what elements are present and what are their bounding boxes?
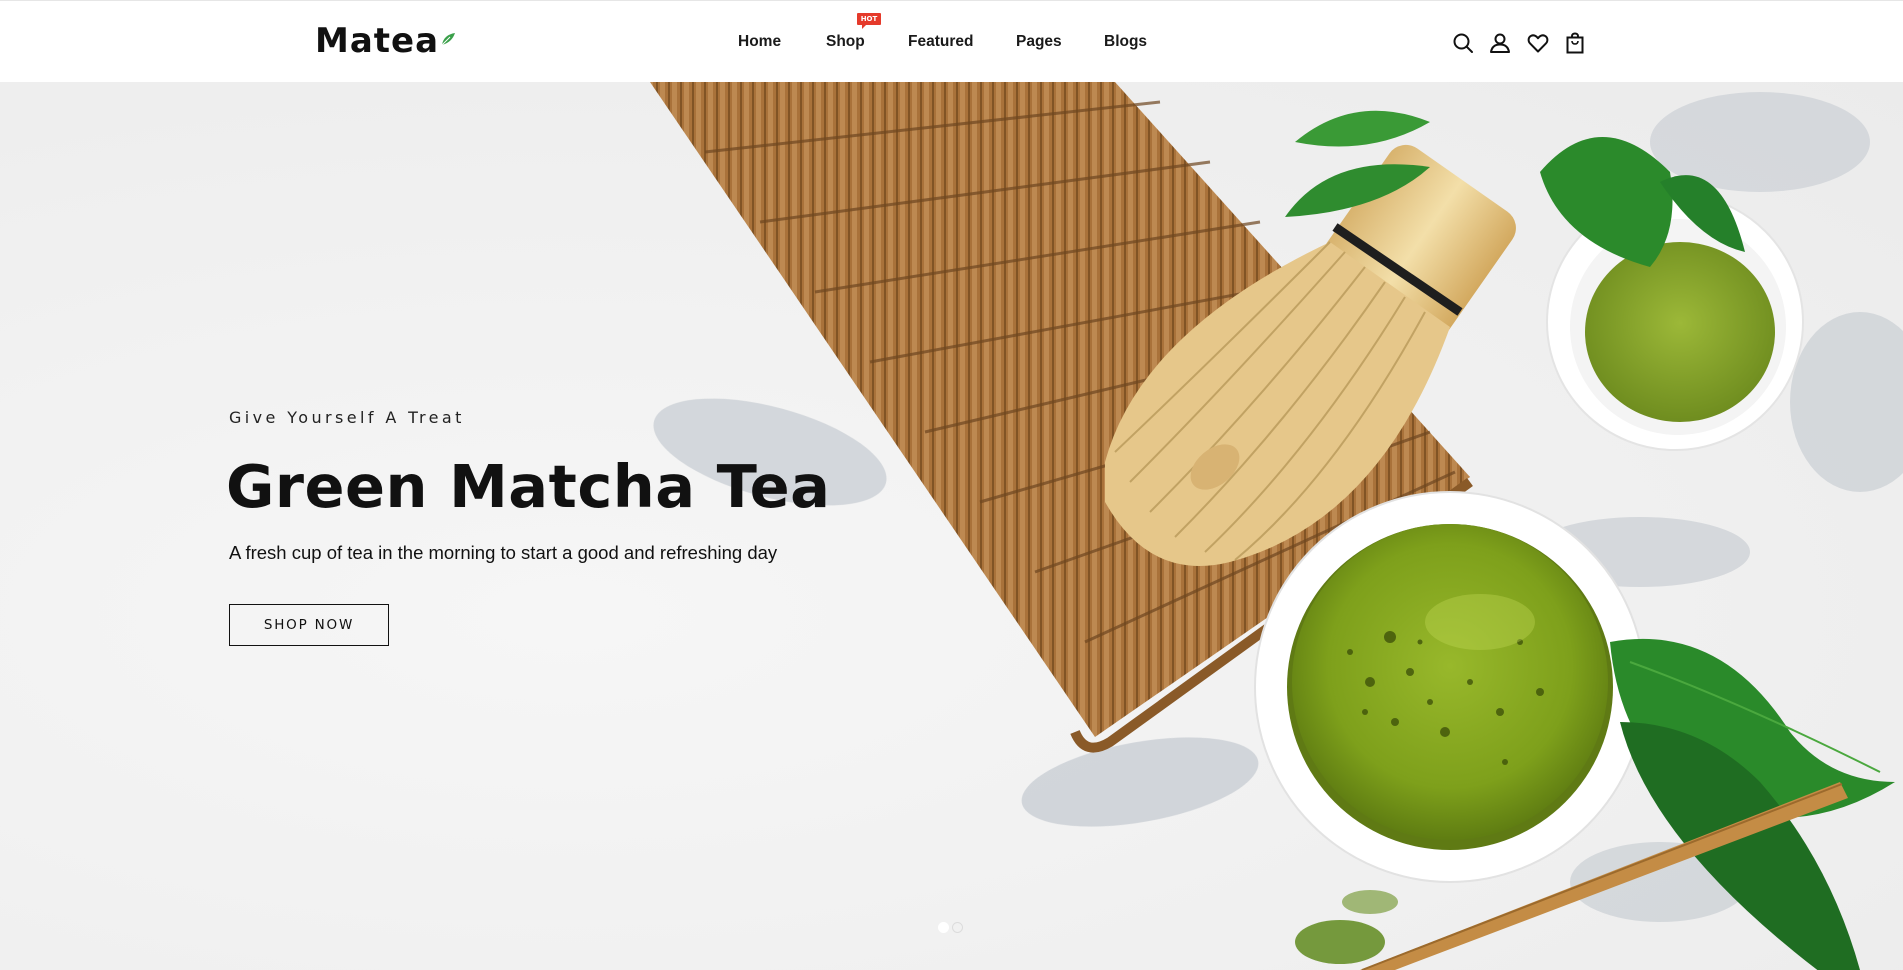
slide-dot-1[interactable] <box>938 922 949 933</box>
main-nav: Home Shop Featured Pages Blogs <box>0 33 1903 53</box>
hot-badge: HOT <box>857 13 881 29</box>
hero-description: A fresh cup of tea in the morning to sta… <box>229 542 778 563</box>
slide-dot-2[interactable] <box>952 922 963 933</box>
hero-image <box>650 82 1903 970</box>
hero-title: Green Matcha Tea <box>226 452 831 521</box>
search-icon[interactable] <box>1451 31 1475 55</box>
shop-now-button[interactable]: SHOP NOW <box>229 604 389 646</box>
site-header: Matea Home Shop Featured Pages Blogs HOT <box>0 0 1903 82</box>
nav-blogs[interactable]: Blogs <box>1104 33 1147 51</box>
heart-icon[interactable] <box>1526 31 1550 55</box>
nav-home[interactable]: Home <box>738 33 781 51</box>
shopping-bag-icon[interactable] <box>1563 31 1587 55</box>
hero-subtitle: Give Yourself A Treat <box>229 408 465 427</box>
user-icon[interactable] <box>1488 31 1512 55</box>
slider-pagination <box>938 922 963 933</box>
nav-featured[interactable]: Featured <box>908 33 973 51</box>
matcha-tea-bowl <box>1254 491 1646 883</box>
nav-pages[interactable]: Pages <box>1016 33 1062 51</box>
hero-slider: Give Yourself A Treat Green Matcha Tea A… <box>0 82 1903 970</box>
nav-shop[interactable]: Shop <box>826 33 865 51</box>
